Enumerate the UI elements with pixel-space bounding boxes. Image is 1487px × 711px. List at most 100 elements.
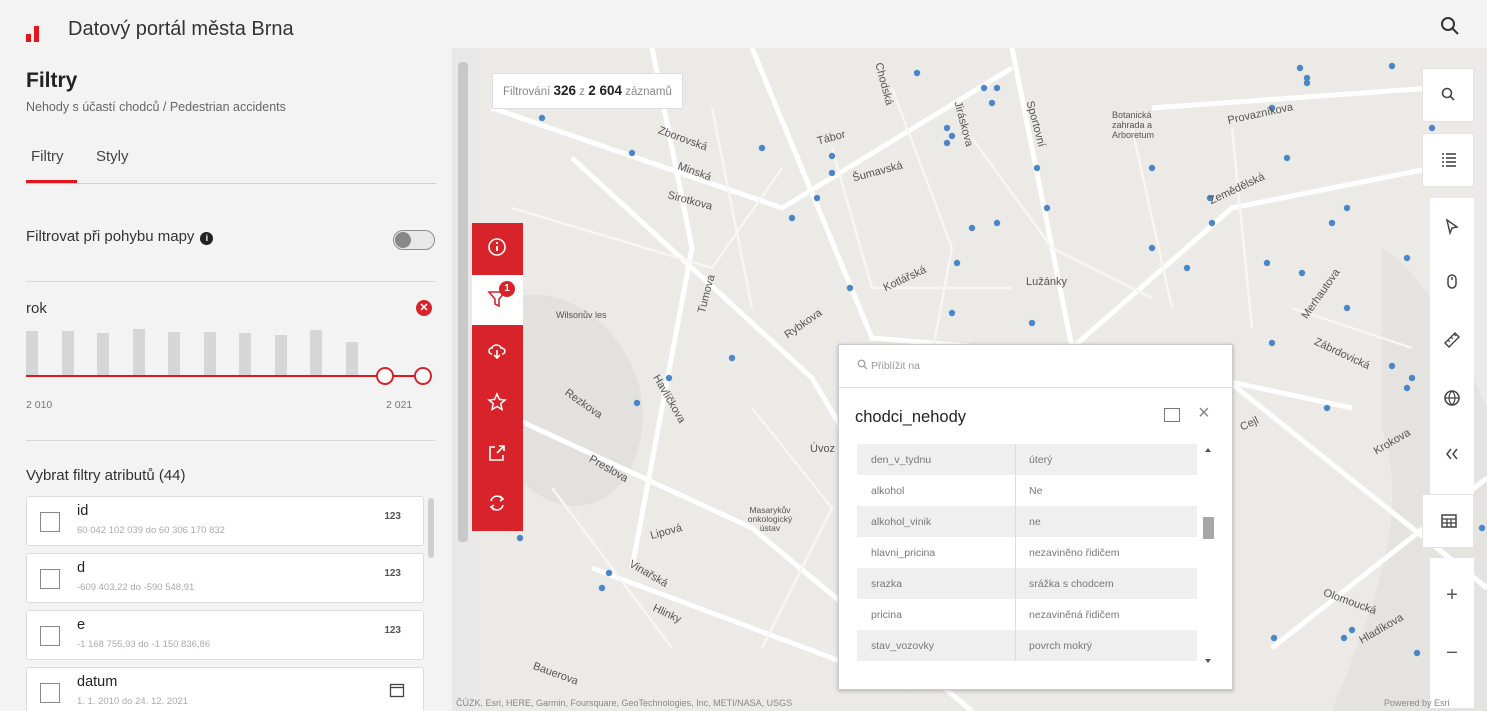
select-tool-button[interactable] bbox=[1430, 203, 1474, 251]
accident-marker[interactable] bbox=[1343, 204, 1351, 212]
accident-marker[interactable] bbox=[1263, 259, 1271, 267]
accident-marker[interactable] bbox=[1268, 339, 1276, 347]
accident-marker[interactable] bbox=[993, 84, 1001, 92]
filter-on-move-toggle[interactable] bbox=[393, 230, 435, 250]
accident-marker[interactable] bbox=[953, 259, 961, 267]
table-button[interactable] bbox=[1422, 494, 1474, 548]
year-slider-min-handle[interactable] bbox=[376, 367, 394, 385]
filter-button[interactable]: 1 bbox=[472, 275, 523, 325]
search-icon[interactable] bbox=[1438, 14, 1462, 38]
zoom-to-link[interactable]: Přiblížit na bbox=[857, 359, 920, 372]
accident-marker[interactable] bbox=[728, 354, 736, 362]
attribute-checkbox[interactable] bbox=[40, 512, 60, 532]
map-view[interactable]: Zborovská Tábor Chodská Šumavská Sportov… bbox=[452, 48, 1487, 711]
accident-marker[interactable] bbox=[1388, 362, 1396, 370]
accident-marker[interactable] bbox=[988, 99, 996, 107]
accident-marker[interactable] bbox=[948, 309, 956, 317]
accident-marker[interactable] bbox=[1183, 264, 1191, 272]
scroll-up-icon[interactable] bbox=[1205, 448, 1211, 452]
popup-scrollbar[interactable] bbox=[1200, 444, 1216, 666]
accident-marker[interactable] bbox=[538, 114, 546, 122]
accident-marker[interactable] bbox=[1413, 649, 1421, 657]
accident-marker[interactable] bbox=[943, 139, 951, 147]
accident-marker[interactable] bbox=[758, 144, 766, 152]
accident-marker[interactable] bbox=[1303, 79, 1311, 87]
accident-marker[interactable] bbox=[1043, 204, 1051, 212]
share-button[interactable] bbox=[472, 429, 523, 479]
accident-marker[interactable] bbox=[1283, 154, 1291, 162]
accident-marker[interactable] bbox=[788, 214, 796, 222]
scrollbar-thumb[interactable] bbox=[1203, 517, 1214, 539]
tab-styly[interactable]: Styly bbox=[96, 148, 129, 165]
accident-marker[interactable] bbox=[1478, 524, 1486, 532]
scroll-down-icon[interactable] bbox=[1205, 659, 1211, 663]
accident-marker[interactable] bbox=[1323, 404, 1331, 412]
year-slider-track[interactable] bbox=[26, 375, 422, 377]
accident-marker[interactable] bbox=[1403, 384, 1411, 392]
attribute-item-id[interactable]: id 60 042 102 039 do 60 306 170 832 123 bbox=[26, 496, 424, 546]
accident-marker[interactable] bbox=[980, 84, 988, 92]
attribute-item-e[interactable]: e -1 168 755,93 do -1 150 836,86 123 bbox=[26, 610, 424, 660]
powered-by-esri[interactable]: Powered by Esri bbox=[1384, 698, 1450, 708]
accident-marker[interactable] bbox=[633, 399, 641, 407]
accident-marker[interactable] bbox=[1388, 62, 1396, 70]
clear-year-filter-icon[interactable]: ✕ bbox=[416, 300, 432, 316]
accident-marker[interactable] bbox=[813, 194, 821, 202]
zoom-in-button[interactable]: + bbox=[1430, 568, 1474, 623]
accident-marker[interactable] bbox=[1208, 219, 1216, 227]
map-scrollbar[interactable] bbox=[452, 48, 474, 711]
accident-marker[interactable] bbox=[1428, 124, 1436, 132]
accident-marker[interactable] bbox=[1298, 269, 1306, 277]
accident-marker[interactable] bbox=[1296, 64, 1304, 72]
accident-marker[interactable] bbox=[828, 169, 836, 177]
divider bbox=[26, 440, 436, 441]
attribute-checkbox[interactable] bbox=[40, 626, 60, 646]
collapse-tools-button[interactable] bbox=[1430, 430, 1474, 478]
accident-marker[interactable] bbox=[1028, 319, 1036, 327]
refresh-button[interactable] bbox=[472, 479, 523, 529]
attribute-checkbox[interactable] bbox=[40, 569, 60, 589]
measure-tool-button[interactable] bbox=[1430, 316, 1474, 364]
accident-marker[interactable] bbox=[1148, 244, 1156, 252]
accident-marker[interactable] bbox=[1033, 164, 1041, 172]
accident-marker[interactable] bbox=[913, 69, 921, 77]
accident-marker[interactable] bbox=[1328, 219, 1336, 227]
scrollbar-thumb[interactable] bbox=[458, 62, 468, 542]
attribute-item-d[interactable]: d -609 403,22 do -590 548,91 123 bbox=[26, 553, 424, 603]
accident-marker[interactable] bbox=[948, 132, 956, 140]
panel-scrollbar[interactable] bbox=[428, 498, 434, 558]
accident-marker[interactable] bbox=[1148, 164, 1156, 172]
mouse-tool-button[interactable] bbox=[1430, 258, 1474, 306]
attribute-checkbox[interactable] bbox=[40, 683, 60, 703]
accident-marker[interactable] bbox=[943, 124, 951, 132]
basemap-tool-button[interactable] bbox=[1430, 374, 1474, 422]
accident-marker[interactable] bbox=[1340, 634, 1348, 642]
favorite-button[interactable] bbox=[472, 378, 523, 428]
legend-button[interactable] bbox=[1422, 133, 1474, 187]
info-button[interactable] bbox=[472, 223, 523, 273]
accident-marker[interactable] bbox=[968, 224, 976, 232]
info-icon[interactable]: i bbox=[200, 232, 214, 245]
accident-marker[interactable] bbox=[828, 152, 836, 160]
accident-marker[interactable] bbox=[1343, 304, 1351, 312]
accident-marker[interactable] bbox=[1403, 254, 1411, 262]
attribute-item-datum[interactable]: datum 1. 1. 2010 do 24. 12. 2021 bbox=[26, 667, 424, 711]
accident-marker[interactable] bbox=[598, 584, 606, 592]
accident-marker[interactable] bbox=[628, 149, 636, 157]
zoom-out-button[interactable]: − bbox=[1430, 626, 1474, 681]
ruler-icon bbox=[1444, 332, 1460, 348]
accident-marker[interactable] bbox=[1348, 626, 1356, 634]
close-icon[interactable]: × bbox=[1198, 403, 1210, 423]
accident-marker[interactable] bbox=[665, 374, 673, 382]
year-slider-max-handle[interactable] bbox=[414, 367, 432, 385]
map-search-button[interactable] bbox=[1422, 68, 1474, 122]
download-button[interactable] bbox=[472, 327, 523, 377]
accident-marker[interactable] bbox=[1408, 374, 1416, 382]
accident-marker[interactable] bbox=[516, 534, 524, 542]
accident-marker[interactable] bbox=[605, 569, 613, 577]
tab-filtry[interactable]: Filtry bbox=[26, 148, 76, 183]
accident-marker[interactable] bbox=[846, 284, 854, 292]
accident-marker[interactable] bbox=[993, 219, 1001, 227]
accident-marker[interactable] bbox=[1270, 634, 1278, 642]
dock-icon[interactable] bbox=[1164, 408, 1180, 422]
